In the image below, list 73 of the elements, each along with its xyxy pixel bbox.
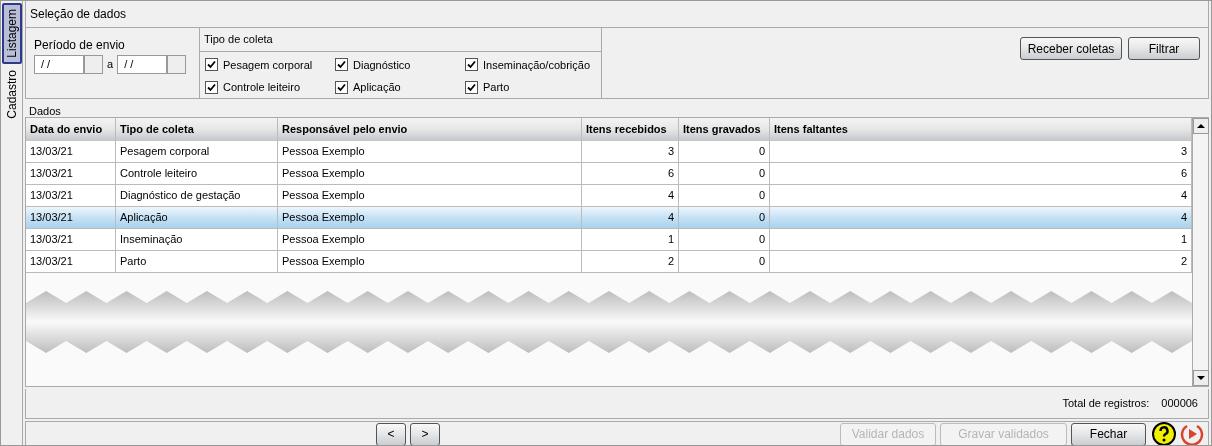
column-header[interactable]: Itens gravados [679,118,770,141]
column-header[interactable]: Responsável pelo envio [278,118,582,141]
table-cell: 13/03/21 [26,163,116,184]
action-button[interactable]: Receber coletas [1020,37,1122,60]
table-cell: 13/03/21 [26,251,116,272]
table-cell: 3 [582,141,679,162]
range-separator: a [107,57,114,73]
table-cell: 6 [582,163,679,184]
table-cell: 0 [679,141,770,162]
action-button[interactable]: Filtrar [1128,37,1200,60]
table-cell: 1 [582,229,679,250]
table-cell: Diagnóstico de gestação [116,185,278,206]
side-tab[interactable]: Listagem [1,3,22,64]
date-field[interactable]: / / [117,55,168,74]
table-cell: Pessoa Exemplo [278,207,582,228]
table-cell: 13/03/21 [26,229,116,250]
help-icon[interactable] [1152,422,1176,445]
table-cell: Pessoa Exemplo [278,185,582,206]
table-row[interactable]: 13/03/21 Controle leiteiro Pessoa Exemplo 6 0 6 [26,163,1192,185]
table-cell: 0 [679,163,770,184]
table-cell: 0 [679,251,770,272]
table-cell: Aplicação [116,207,278,228]
checkbox-label: Aplicação [353,80,401,95]
total-value: 000006 [1161,396,1198,412]
date-field[interactable]: / / [34,55,84,74]
checkbox-label: Controle leiteiro [223,80,301,95]
table-row[interactable]: 13/03/21 Aplicação Pessoa Exemplo 4 0 4 [26,207,1192,229]
scroll-down-icon[interactable] [1193,370,1209,386]
table-cell: 2 [582,251,679,272]
exit-icon[interactable] [1180,422,1204,445]
checkbox-label: Inseminação/cobrição [483,57,590,73]
checkbox[interactable] [465,80,478,94]
table-cell: 0 [679,207,770,228]
table-cell: Controle leiteiro [116,163,278,184]
table-cell: 13/03/21 [26,141,116,162]
checkbox-label: Parto [483,80,510,95]
scroll-up-icon[interactable] [1193,118,1209,134]
table-cell: 0 [679,229,770,250]
checkbox[interactable] [205,80,218,94]
group-title: Tipo de coleta [200,28,601,52]
table-cell: Pesagem corporal [116,141,278,162]
table-cell: Pessoa Exemplo [278,141,582,162]
checkbox[interactable] [335,80,348,94]
column-header[interactable]: Itens faltantes [770,118,1192,141]
column-header[interactable]: Tipo de coleta [116,118,278,141]
field-label: Período de envio [34,37,126,54]
section-title: Dados [28,104,62,117]
footer-button[interactable]: Fechar [1071,422,1146,445]
table-cell: Pessoa Exemplo [278,163,582,184]
checkbox[interactable] [205,58,218,72]
table-cell: 13/03/21 [26,207,116,228]
table-cell: Inseminação [116,229,278,250]
table-cell: Pessoa Exemplo [278,251,582,272]
checkbox[interactable] [335,58,348,72]
total-label: Total de registros: [1062,396,1150,412]
checkbox-label: Diagnóstico [353,57,411,73]
nav-button[interactable]: > [410,422,440,445]
table-cell: 13/03/21 [26,185,116,206]
table-row[interactable]: 13/03/21 Diagnóstico de gestação Pessoa Exemplo 4 0 4 [26,185,1192,207]
column-header[interactable]: Itens recebidos [582,118,679,141]
checkbox-label: Pesagem corporal [223,57,313,73]
checkbox[interactable] [465,58,478,72]
nav-button[interactable]: < [376,422,406,445]
table-cell: Parto [116,251,278,272]
table-cell: 4 [582,185,679,206]
table-row[interactable]: 13/03/21 Parto Pessoa Exemplo 2 0 2 [26,251,1192,273]
table-row[interactable]: 13/03/21 Inseminação Pessoa Exemplo 1 0 1 [26,229,1192,251]
table-cell: 4 [582,207,679,228]
table-cell: 0 [679,185,770,206]
column-header[interactable]: Data do envio [26,118,116,141]
section-title: Seleção de dados [26,1,1208,28]
table-cell: Pessoa Exemplo [278,229,582,250]
table-row[interactable]: 13/03/21 Pesagem corporal Pessoa Exemplo 3 0 3 [26,141,1192,163]
